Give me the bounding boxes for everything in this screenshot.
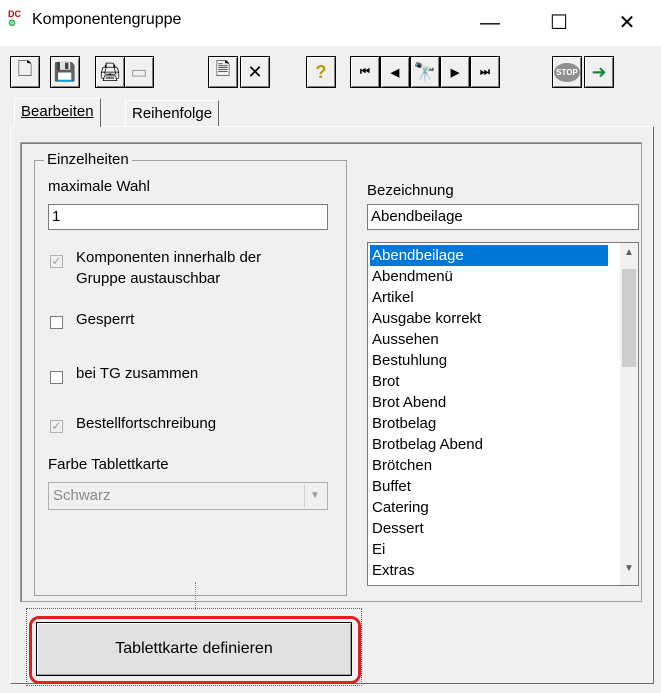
- exchangeable-label-line2: Gruppe austauschbar: [76, 270, 221, 287]
- order-update-checkbox[interactable]: ✓: [50, 420, 63, 433]
- designation-label: Bezeichnung: [367, 182, 454, 199]
- list-item[interactable]: Bestuhlung: [370, 350, 608, 371]
- print-list-button[interactable]: ▭: [124, 56, 154, 88]
- list-item[interactable]: Brotbelag Abend: [370, 434, 608, 455]
- list-item[interactable]: Ausgabe korrekt: [370, 308, 608, 329]
- group-title: Einzelheiten: [44, 151, 132, 168]
- max-choice-input[interactable]: 1: [48, 204, 328, 230]
- binoculars-icon: 🔭: [413, 61, 437, 82]
- maximize-button[interactable]: ☐: [536, 8, 582, 38]
- tab-label: Reihenfolge: [132, 105, 213, 122]
- list-item[interactable]: Aussehen: [370, 329, 608, 350]
- divider: [195, 582, 196, 610]
- list-item[interactable]: Brötchen: [370, 455, 608, 476]
- list-item[interactable]: Artikel: [370, 287, 608, 308]
- stop-button[interactable]: STOP: [552, 56, 582, 88]
- first-record-button[interactable]: ⏮: [350, 56, 380, 88]
- list-item[interactable]: Ei: [370, 539, 608, 560]
- last-record-button[interactable]: ⏭: [470, 56, 500, 88]
- list-icon: ▭: [130, 61, 148, 82]
- exit-button[interactable]: ➜: [584, 56, 614, 88]
- list-item[interactable]: Abendmenü: [370, 266, 608, 287]
- last-icon: ⏭: [480, 65, 490, 78]
- list-item[interactable]: Brot: [370, 371, 608, 392]
- tab-bearbeiten[interactable]: Bearbeiten: [14, 98, 101, 127]
- order-update-label: Bestellfortschreibung: [76, 415, 217, 432]
- max-choice-label: maximale Wahl: [48, 178, 150, 195]
- designation-listbox[interactable]: Abendbeilage Abendmenü Artikel Ausgabe k…: [367, 242, 639, 586]
- list-item[interactable]: Brotbelag: [370, 413, 608, 434]
- previous-icon: ◀: [390, 66, 400, 79]
- new-button[interactable]: 🗋: [10, 56, 40, 88]
- tray-color-value: Schwarz: [53, 487, 111, 504]
- print-button[interactable]: 🖨: [95, 56, 125, 88]
- locked-label: Gesperrt: [76, 311, 135, 328]
- search-button[interactable]: 🔭: [410, 56, 440, 88]
- next-icon: ▶: [450, 66, 460, 79]
- scroll-up-icon[interactable]: ▲: [620, 247, 638, 263]
- tab-label: Bearbeiten: [21, 103, 94, 120]
- tg-together-checkbox[interactable]: [50, 371, 63, 384]
- list-scrollbar[interactable]: ▲ ▼: [620, 243, 638, 585]
- printer-icon: 🖨: [98, 61, 122, 82]
- help-button[interactable]: ?: [306, 56, 336, 88]
- scroll-down-icon[interactable]: ▼: [620, 563, 638, 579]
- previous-record-button[interactable]: ◀: [380, 56, 410, 88]
- properties-icon: 🗎: [215, 59, 231, 79]
- delete-icon: ✕: [247, 61, 263, 82]
- minimize-button[interactable]: —: [467, 8, 513, 38]
- help-icon: ?: [315, 61, 327, 82]
- chevron-down-icon: ▼: [304, 485, 325, 507]
- list-item[interactable]: Abendbeilage: [370, 245, 608, 266]
- exit-door-icon: ➜: [591, 61, 607, 82]
- list-item[interactable]: Dessert: [370, 518, 608, 539]
- list-item[interactable]: Extras: [370, 560, 608, 581]
- locked-checkbox[interactable]: [50, 316, 63, 329]
- tg-together-label: bei TG zusammen: [76, 365, 199, 382]
- exchangeable-label-line1: Komponenten innerhalb der: [76, 249, 262, 266]
- close-button[interactable]: ✕: [604, 8, 650, 38]
- properties-button[interactable]: 🗎: [208, 56, 238, 88]
- save-button[interactable]: 💾: [50, 56, 80, 88]
- designation-input[interactable]: Abendbeilage: [367, 204, 639, 230]
- stop-icon: STOP: [554, 62, 580, 82]
- highlight-marker: [29, 616, 361, 684]
- app-icon: DC ⚙: [8, 9, 21, 28]
- exchangeable-checkbox[interactable]: ✓: [50, 255, 63, 268]
- tray-color-select[interactable]: Schwarz ▼: [48, 482, 328, 510]
- scroll-thumb[interactable]: [622, 269, 636, 367]
- first-icon: ⏮: [360, 65, 370, 78]
- delete-button[interactable]: ✕: [240, 56, 270, 88]
- list-item[interactable]: Buffet: [370, 476, 608, 497]
- title-bar: DC ⚙ Komponentengruppe — ☐ ✕: [0, 0, 661, 46]
- tab-reihenfolge[interactable]: Reihenfolge: [125, 100, 220, 126]
- new-icon: 🗋: [17, 59, 33, 79]
- list-item[interactable]: Catering: [370, 497, 608, 518]
- window-title: Komponentengruppe: [32, 11, 182, 28]
- save-icon: 💾: [53, 61, 77, 82]
- list-item[interactable]: Brot Abend: [370, 392, 608, 413]
- next-record-button[interactable]: ▶: [440, 56, 470, 88]
- tray-color-label: Farbe Tablettkarte: [48, 456, 169, 473]
